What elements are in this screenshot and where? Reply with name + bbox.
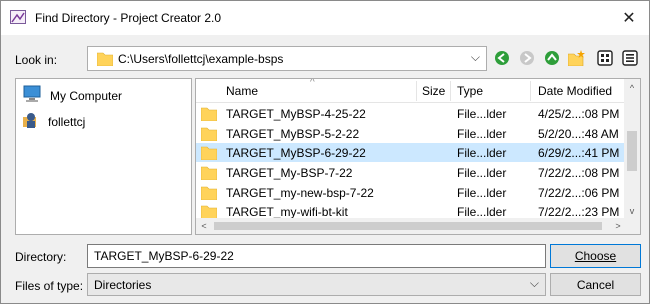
scroll-up-icon[interactable]: ^ [624, 80, 640, 96]
column-header-name[interactable]: Name [226, 84, 258, 98]
files-of-type-value: Directories [94, 278, 152, 292]
folder-icon [200, 185, 218, 203]
sidebar-item-my-computer[interactable]: My Computer [22, 85, 122, 106]
file-list-header: ^ Name Size Type Date Modified [196, 79, 626, 103]
directory-label: Directory: [15, 250, 67, 264]
file-type: File...lder [457, 146, 507, 160]
look-in-combobox[interactable]: C:\Users\follettcj\example-bsps ⌵ [87, 46, 487, 71]
file-type: File...lder [457, 186, 507, 200]
folder-icon [200, 106, 218, 124]
places-sidebar: My Computer follettcj [15, 78, 192, 235]
file-date: 5/2/20...:48 AM [538, 127, 619, 141]
file-name: TARGET_MyBSP-4-25-22 [226, 107, 366, 121]
column-header-type[interactable]: Type [457, 84, 483, 98]
choose-button[interactable]: Choose [550, 244, 641, 268]
file-row[interactable]: TARGET_My-BSP-7-22 File...lder 7/22/2...… [196, 163, 626, 182]
list-view-icon[interactable] [596, 49, 614, 67]
file-list[interactable]: ^ Name Size Type Date Modified TARGET_My… [195, 78, 641, 235]
title-bar: Find Directory - Project Creator 2.0 ✕ [1, 1, 649, 35]
horizontal-scrollbar[interactable]: < > [196, 218, 626, 234]
new-folder-icon[interactable] [568, 49, 586, 67]
file-name: TARGET_my-wifi-bt-kit [226, 205, 348, 219]
file-row[interactable]: TARGET_MyBSP-4-25-22 File...lder 4/25/2.… [196, 104, 626, 123]
sidebar-item-follettcj[interactable]: follettcj [22, 111, 85, 132]
folder-icon [96, 51, 114, 67]
file-type: File...lder [457, 107, 507, 121]
sidebar-item-label: follettcj [48, 114, 86, 129]
close-button[interactable]: ✕ [609, 1, 649, 35]
file-name: TARGET_my-new-bsp-7-22 [226, 186, 374, 200]
sort-ascending-icon: ^ [310, 78, 315, 88]
column-header-date-modified[interactable]: Date Modified [538, 84, 612, 98]
vertical-scrollbar[interactable]: ^ v [624, 79, 640, 219]
column-divider[interactable] [416, 81, 417, 101]
chevron-down-icon[interactable]: ⌵ [471, 50, 480, 65]
scroll-down-icon[interactable]: v [624, 203, 640, 219]
find-directory-dialog: Find Directory - Project Creator 2.0 ✕ L… [0, 0, 650, 304]
file-date: 7/22/2...:08 PM [538, 166, 620, 180]
file-name: TARGET_MyBSP-6-29-22 [226, 146, 366, 160]
chevron-down-icon[interactable]: ⌵ [530, 276, 539, 291]
file-row[interactable]: TARGET_MyBSP-5-2-22 File...lder 5/2/20..… [196, 124, 626, 143]
folder-icon [200, 126, 218, 144]
file-type: File...lder [457, 205, 507, 219]
directory-input[interactable] [87, 244, 546, 268]
look-in-path: C:\Users\follettcj\example-bsps [118, 52, 284, 66]
scroll-thumb[interactable] [627, 131, 637, 171]
files-of-type-select[interactable]: Directories ⌵ [87, 273, 546, 296]
file-name: TARGET_MyBSP-5-2-22 [226, 127, 360, 141]
window-title: Find Directory - Project Creator 2.0 [35, 11, 222, 25]
cancel-button[interactable]: Cancel [550, 273, 641, 296]
back-icon[interactable] [493, 49, 511, 67]
scroll-left-icon[interactable]: < [196, 218, 212, 234]
scroll-corner [624, 218, 640, 234]
file-row[interactable]: TARGET_my-new-bsp-7-22 File...lder 7/22/… [196, 183, 626, 202]
column-divider[interactable] [530, 81, 531, 101]
column-header-size[interactable]: Size [422, 84, 445, 98]
file-date: 7/22/2...:06 PM [538, 186, 620, 200]
file-row-selected[interactable]: TARGET_MyBSP-6-29-22 File...lder 6/29/2.… [196, 143, 626, 162]
folder-icon [200, 165, 218, 183]
up-folder-icon[interactable] [543, 49, 561, 67]
detail-view-icon[interactable] [621, 49, 639, 67]
file-name: TARGET_My-BSP-7-22 [226, 166, 353, 180]
computer-icon [22, 85, 42, 106]
file-date: 4/25/2...:08 PM [538, 107, 620, 121]
file-date: 6/29/2...:41 PM [538, 146, 620, 160]
file-type: File...lder [457, 166, 507, 180]
user-icon [22, 111, 40, 132]
look-in-label: Look in: [15, 53, 58, 67]
scroll-thumb[interactable] [214, 222, 602, 230]
file-type: File...lder [457, 127, 507, 141]
column-divider[interactable] [450, 81, 451, 101]
app-icon [10, 10, 26, 24]
files-of-type-label: Files of type: [15, 279, 84, 293]
forward-icon[interactable] [518, 49, 536, 67]
file-date: 7/22/2...:23 PM [538, 205, 620, 219]
sidebar-item-label: My Computer [50, 88, 123, 103]
folder-icon [200, 145, 218, 163]
